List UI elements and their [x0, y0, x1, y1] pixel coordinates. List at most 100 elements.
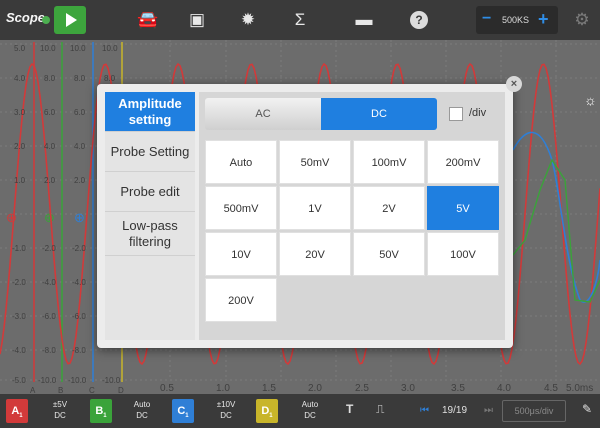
decrease-button[interactable]: − [482, 11, 491, 27]
dc-coupling-button[interactable]: DC [321, 98, 437, 130]
tick-label: -2.0 [12, 278, 26, 287]
tick-label: 2.0 [44, 176, 56, 185]
range-option-20v[interactable]: 20V [279, 232, 351, 276]
tick-label: 8.0 [74, 74, 86, 83]
tick-label: 2.0 [74, 176, 86, 185]
app-logo: Scope [6, 10, 46, 25]
menu-probe-edit[interactable]: Probe edit [105, 172, 195, 212]
tick-label: -4.0 [12, 346, 26, 355]
bottom-toolbar: A1 ±5V DC B1 Auto DC C1 ±10V DC D1 Auto DC T… [0, 394, 600, 428]
channel-d-sub: 1 [269, 413, 273, 420]
tick-label: 4.0 [44, 142, 56, 151]
close-icon[interactable]: × [506, 76, 522, 92]
settings-icon[interactable]: ⚙ [570, 8, 594, 32]
channel-b-button[interactable]: B1 [90, 399, 112, 423]
increase-button[interactable]: + [538, 10, 549, 28]
sampling-rate-value: 500KS [502, 15, 530, 25]
x-tick-label: 2.5 [355, 383, 369, 394]
tick-label: 1.0 [14, 176, 26, 185]
tick-label: -2.0 [42, 244, 56, 253]
channel-c-info[interactable]: ±10V DC [206, 399, 246, 421]
channel-c-button[interactable]: C1 [172, 399, 194, 423]
channel-c-sub: 1 [185, 413, 189, 420]
x-tick-label: 3.0 [401, 383, 415, 394]
channel-b-coupling: DC [136, 411, 148, 420]
menu-low-pass-filtering[interactable]: Low-pass filtering [105, 212, 195, 256]
range-option-100mv[interactable]: 100mV [353, 140, 425, 184]
menu-amplitude-setting[interactable]: Amplitude setting [105, 92, 195, 132]
tick-label: 6.0 [74, 108, 86, 117]
x-tick-label: 4.0 [497, 383, 511, 394]
channel-c-coupling: DC [220, 411, 232, 420]
amplitude-panel: AC DC /div Auto 50mV 100mV 200mV 500mV 1V 2V 5V… [199, 92, 505, 340]
tick-label: 4.0 [14, 74, 26, 83]
range-option-10v[interactable]: 10V [205, 232, 277, 276]
range-option-2v[interactable]: 2V [353, 186, 425, 230]
help-icon[interactable]: ? [410, 11, 428, 29]
channel-b-sub: 1 [103, 413, 107, 420]
pen-icon[interactable]: ✎ [582, 402, 592, 416]
range-option-1v[interactable]: 1V [279, 186, 351, 230]
tick-label: 5.0 [14, 44, 26, 53]
tick-label: -3.0 [12, 312, 26, 321]
x-tick-label: 1.5 [262, 383, 276, 394]
frame-counter: 19/19 [442, 405, 468, 416]
sigma-icon[interactable]: Σ [288, 8, 312, 32]
tick-label: -8.0 [42, 346, 56, 355]
x-tick-label: 3.5 [451, 383, 465, 394]
channel-a-coupling: DC [54, 411, 66, 420]
ac-coupling-button[interactable]: AC [205, 98, 321, 130]
x-tick-label: 4.5 [544, 383, 558, 394]
x-tick-label: 2.0 [308, 383, 322, 394]
lightbulb-icon[interactable]: ☼ [584, 92, 597, 108]
trigger-edge-icon[interactable]: ⎍ [376, 402, 384, 417]
menu-probe-setting[interactable]: Probe Setting [105, 132, 195, 172]
channel-a-button[interactable]: A1 [6, 399, 28, 423]
channel-d-info[interactable]: Auto DC [290, 399, 330, 421]
status-dot [42, 16, 50, 24]
range-option-50mv[interactable]: 50mV [279, 140, 351, 184]
car-icon[interactable]: 🚘 [136, 8, 160, 32]
range-option-100v[interactable]: 100V [427, 232, 499, 276]
oscilloscope-app: Scope 🚘 ▣ ✹ Σ ▬ ? − 500KS + ⚙ ⊕ ⊕ ⊕ 5.0 … [0, 0, 600, 428]
tick-label: -6.0 [42, 312, 56, 321]
play-icon[interactable] [54, 6, 86, 34]
range-option-200mv[interactable]: 200mV [427, 140, 499, 184]
range-option-500mv[interactable]: 500mV [205, 186, 277, 230]
tick-label: 10.0 [70, 44, 86, 53]
tick-label: 3.0 [14, 108, 26, 117]
channel-d-coupling: DC [304, 411, 316, 420]
tick-label: -1.0 [12, 244, 26, 253]
dialog-side-menu: Amplitude setting Probe Setting Probe ed… [105, 92, 195, 340]
per-div-checkbox[interactable] [449, 107, 463, 121]
next-frame-icon[interactable]: ⏭ [484, 405, 493, 416]
channel-b-marker: ⊕ [44, 210, 55, 225]
sampling-rate-control: − 500KS + [476, 6, 558, 34]
tick-label: 4.0 [74, 142, 86, 151]
channel-a-sub: 1 [19, 413, 23, 420]
timebase-selector[interactable]: 500μs/div [502, 400, 566, 422]
range-option-50v[interactable]: 50V [353, 232, 425, 276]
channel-a-info[interactable]: ±5V DC [40, 399, 80, 421]
trigger-button[interactable]: T [346, 402, 353, 416]
folder-icon[interactable]: ▬ [352, 8, 376, 32]
x-tick-label: 1.0 [216, 383, 230, 394]
first-frame-icon[interactable]: ⏮ [420, 405, 429, 416]
x-tick-label: 0.5 [160, 383, 174, 394]
tick-label: 10.0 [40, 44, 56, 53]
tick-label: -6.0 [72, 312, 86, 321]
channel-b-info[interactable]: Auto DC [122, 399, 162, 421]
channel-c-scale-value: ±10V [216, 400, 236, 409]
channel-a-marker: ⊕ [6, 210, 17, 225]
tick-label: 10.0 [102, 44, 118, 53]
channel-b-scale-value: Auto [133, 400, 151, 409]
tick-label: -5.0 [12, 376, 26, 385]
gear-icon[interactable]: ✹ [236, 8, 260, 32]
tick-label: 6.0 [44, 108, 56, 117]
range-option-auto[interactable]: Auto [205, 140, 277, 184]
range-option-200v[interactable]: 200V [205, 278, 277, 322]
range-option-5v[interactable]: 5V [427, 186, 499, 230]
tick-label: 2.0 [14, 142, 26, 151]
report-icon[interactable]: ▣ [185, 8, 209, 32]
channel-d-button[interactable]: D1 [256, 399, 278, 423]
